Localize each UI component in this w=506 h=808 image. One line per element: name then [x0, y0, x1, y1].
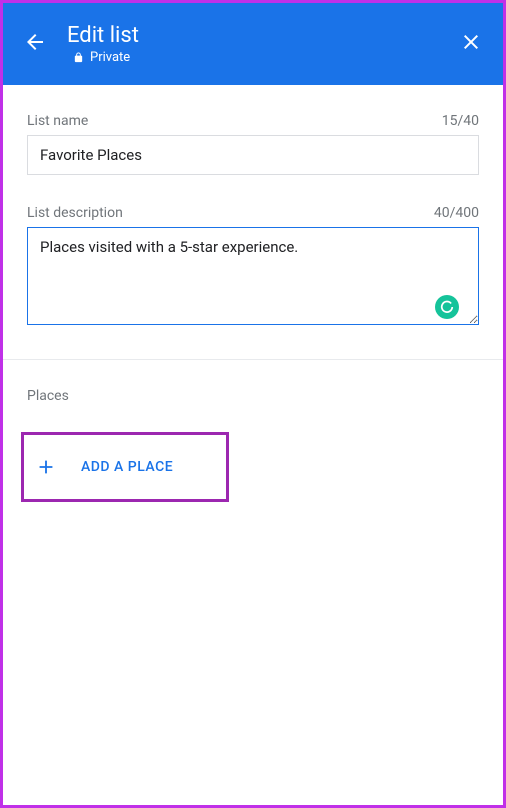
page-title: Edit list	[67, 23, 459, 48]
grammarly-icon	[440, 300, 454, 314]
plus-icon	[35, 456, 57, 478]
name-label: List name	[27, 113, 88, 129]
add-place-label: ADD A PLACE	[81, 459, 173, 475]
name-field-header: List name 15/40	[27, 113, 479, 129]
list-name-input[interactable]	[27, 135, 479, 175]
lock-icon	[73, 52, 84, 63]
annotation-highlight: ADD A PLACE	[21, 432, 229, 502]
header-title-wrap: Edit list Private	[67, 23, 459, 65]
list-description-input[interactable]	[27, 227, 479, 325]
divider	[3, 359, 503, 360]
header-bar: Edit list Private	[3, 3, 503, 85]
places-section-label: Places	[27, 388, 479, 404]
content-area: List name 15/40 List description 40/400 …	[3, 85, 503, 530]
name-count: 15/40	[442, 113, 479, 129]
description-label: List description	[27, 205, 123, 221]
description-wrap	[27, 227, 479, 329]
add-place-button[interactable]: ADD A PLACE	[27, 438, 223, 496]
back-button[interactable]	[23, 30, 67, 58]
close-button[interactable]	[459, 30, 483, 58]
arrow-left-icon	[23, 30, 47, 54]
description-field-header: List description 40/400	[27, 205, 479, 221]
description-count: 40/400	[434, 205, 479, 221]
privacy-indicator: Private	[73, 50, 459, 65]
close-icon	[459, 30, 483, 54]
grammarly-badge[interactable]	[435, 295, 459, 319]
privacy-label: Private	[90, 50, 130, 65]
